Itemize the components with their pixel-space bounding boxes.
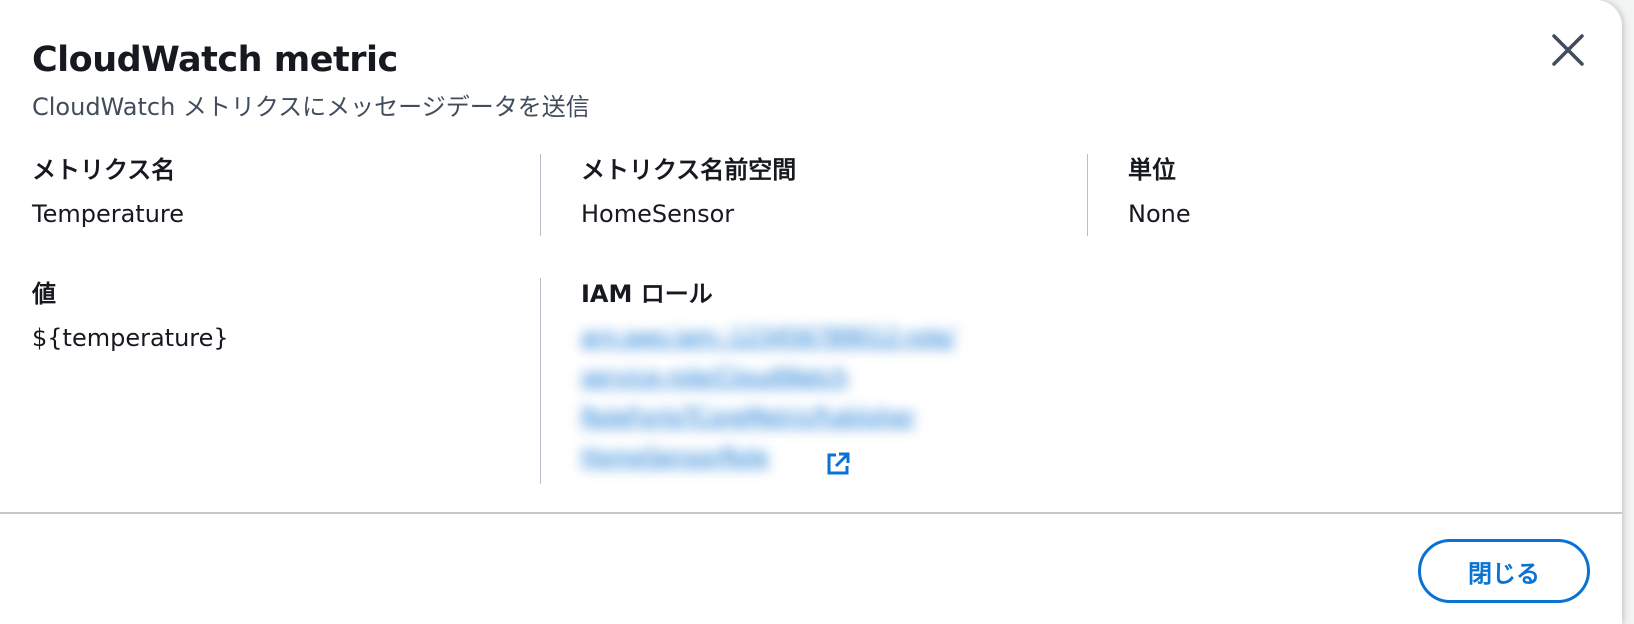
close-icon [1552,34,1584,66]
column-divider [540,154,541,236]
value-value: ${temperature} [32,324,229,352]
metric-name-value: Temperature [32,200,185,228]
iam-role-link-line[interactable]: HomeSensorRole [581,438,1061,478]
modal-subtitle: CloudWatch メトリクスにメッセージデータを送信 [32,93,590,121]
modal-header: CloudWatch metric CloudWatch メトリクスにメッセージ… [32,36,1522,124]
unit-value: None [1128,200,1191,228]
metric-name-field: メトリクス名 Temperature [32,152,184,232]
footer-divider [0,512,1622,514]
column-divider [1087,154,1088,236]
external-link-icon[interactable] [825,451,851,477]
metric-namespace-value: HomeSensor [581,200,735,228]
cloudwatch-metric-modal: CloudWatch metric CloudWatch メトリクスにメッセージ… [0,0,1622,624]
modal-title: CloudWatch metric [32,40,398,80]
iam-role-link-line[interactable]: arn:aws:iam::123456789012:role/ [581,318,1061,358]
close-button[interactable]: 閉じる [1418,539,1590,603]
metric-namespace-label: メトリクス名前空間 [581,156,797,184]
iam-role-link-line[interactable]: RoleForIoTCoreMetricPublisher [581,398,1061,438]
close-icon-button[interactable] [1548,30,1588,70]
iam-role-link[interactable]: arn:aws:iam::123456789012:role/ service-… [581,318,1061,478]
value-field: 値 ${temperature} [32,276,229,356]
unit-field: 単位 None [1128,152,1191,232]
iam-role-field: IAM ロール arn:aws:iam::123456789012:role/ … [581,276,1061,496]
iam-role-label: IAM ロール [581,280,713,308]
value-label: 値 [32,280,56,308]
unit-label: 単位 [1128,156,1176,184]
metric-namespace-field: メトリクス名前空間 HomeSensor [581,152,796,232]
column-divider [540,278,541,484]
iam-role-link-line[interactable]: service-role/CloudWatch [581,358,1061,398]
metric-name-label: メトリクス名 [32,156,176,184]
